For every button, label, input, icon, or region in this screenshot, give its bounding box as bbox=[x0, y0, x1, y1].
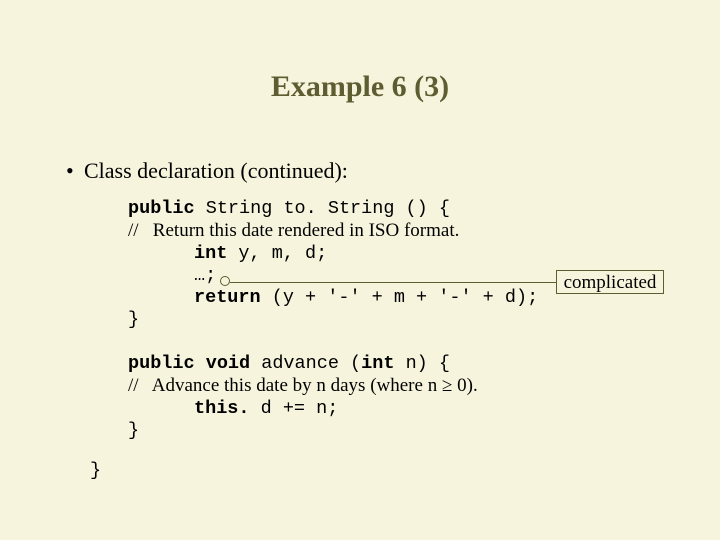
code-l2: // Return this date rendered in ISO form… bbox=[128, 220, 459, 241]
code-block: public String to. String () { // Return … bbox=[128, 198, 538, 442]
bullet-line: •Class declaration (continued): bbox=[66, 158, 348, 184]
code-l10: } bbox=[128, 420, 139, 441]
annotation-connector-head bbox=[220, 276, 230, 286]
code-l8: // Advance this date by n days (where n … bbox=[128, 375, 478, 396]
code-l4: …; bbox=[128, 265, 216, 286]
annotation-connector-line bbox=[230, 282, 556, 283]
slide: Example 6 (3) •Class declaration (contin… bbox=[0, 0, 720, 540]
bullet-mark: • bbox=[66, 158, 84, 184]
annotation-box: complicated bbox=[556, 270, 664, 294]
code-l7: public void advance (int n) { bbox=[128, 353, 450, 374]
bullet-text: Class declaration (continued): bbox=[84, 158, 348, 183]
slide-title: Example 6 (3) bbox=[0, 70, 720, 104]
code-l9: this. d += n; bbox=[128, 398, 338, 419]
code-closing-brace: } bbox=[90, 460, 101, 481]
code-l3: int y, m, d; bbox=[128, 243, 327, 264]
code-l1: public String to. String () { bbox=[128, 198, 450, 219]
code-l5: return (y + '-' + m + '-' + d); bbox=[128, 287, 538, 308]
code-l6: } bbox=[128, 309, 139, 330]
